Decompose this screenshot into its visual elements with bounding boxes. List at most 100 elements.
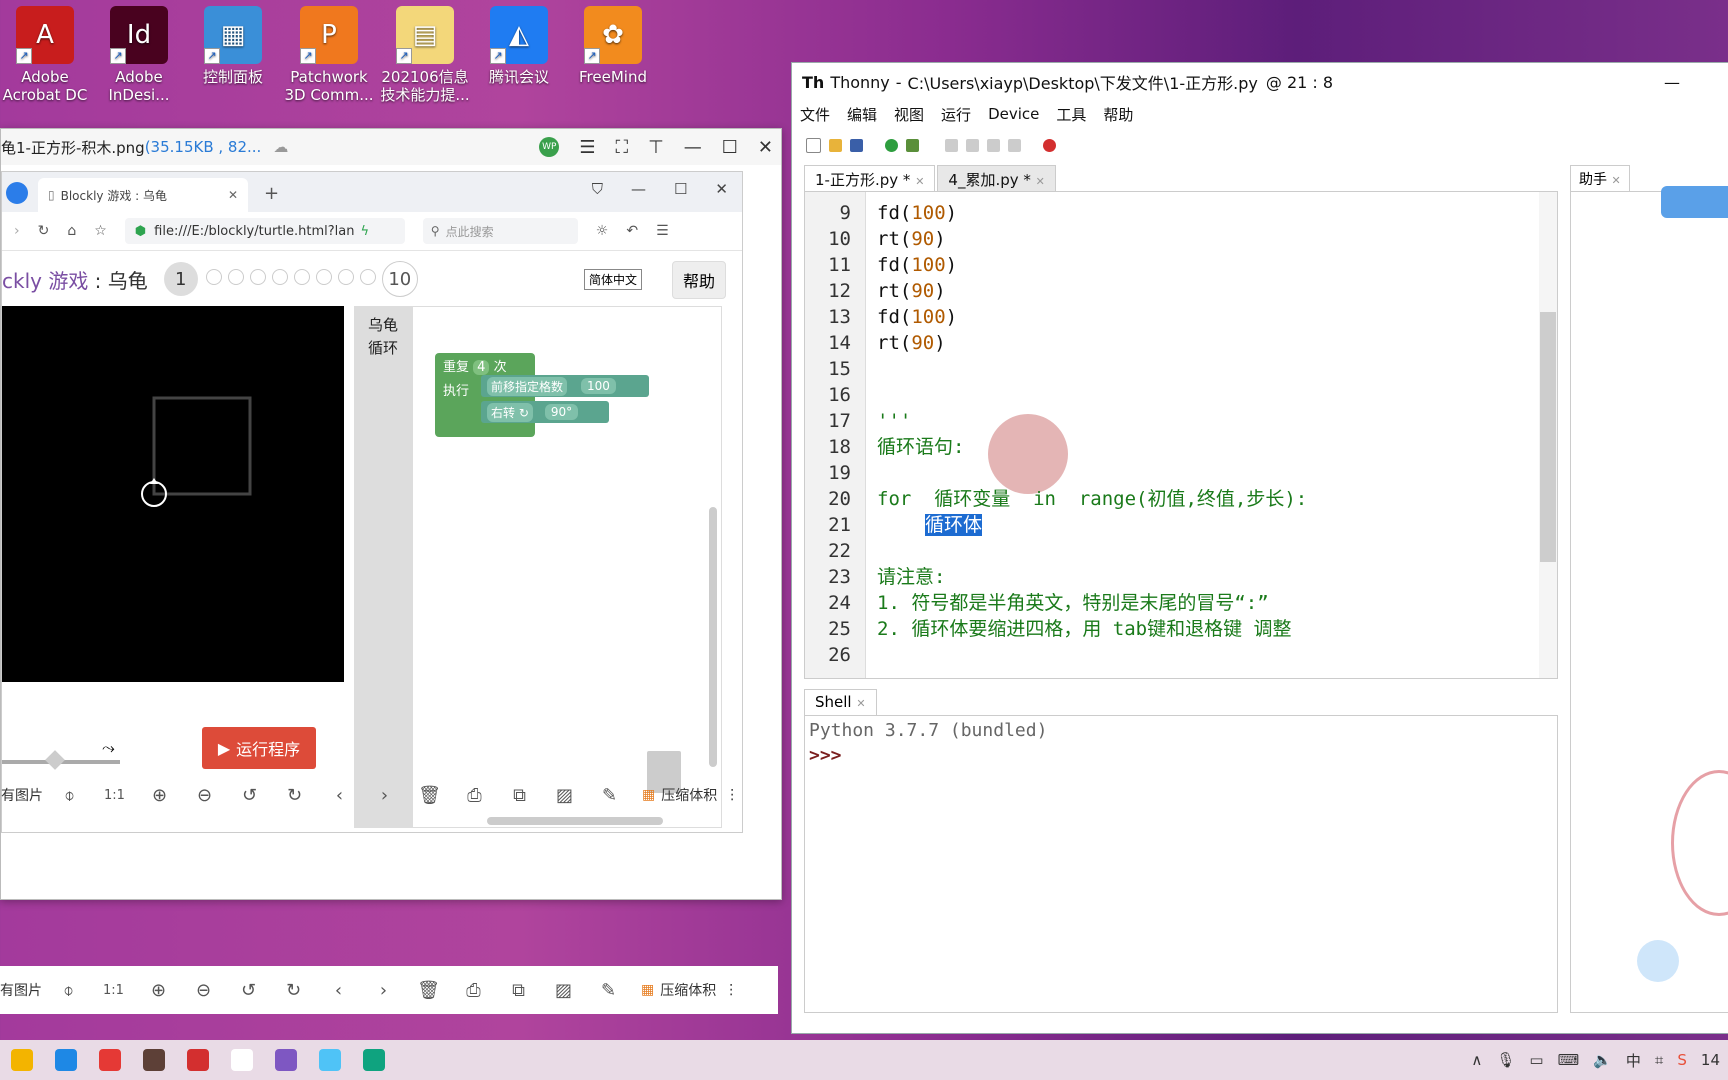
next-icon[interactable]: › [362,785,407,806]
zoom-in-icon[interactable]: ⊕ [137,785,182,806]
help-button[interactable]: 帮助 [672,261,727,299]
browser-minimize-icon[interactable]: — [631,180,646,198]
ime-icon[interactable]: 中 [1626,1050,1641,1071]
maximize-icon[interactable]: ☐ [722,137,738,158]
bg-more-icon[interactable]: ⋮ [724,982,738,998]
menu-item[interactable]: 运行 [941,104,971,125]
bg-actual-size-button[interactable]: 1:1 [91,983,136,998]
bg-crop-icon[interactable]: ⧉ [496,980,541,1001]
bg-compress-button[interactable]: 压缩体积 [660,980,716,1000]
new-tab-icon[interactable]: + [264,183,279,204]
workspace-vscroll[interactable] [709,507,717,767]
tab-accumulate-py[interactable]: 4_累加.py * ✕ [937,165,1056,191]
pin-icon[interactable]: ⊤ [648,137,664,158]
move-block[interactable]: 前移指定格数 100 [481,375,649,397]
assistant-tab[interactable]: 助手 ✕ [1570,165,1630,192]
star-icon[interactable]: ☆ [94,223,107,239]
language-select[interactable]: 简体中文 [584,269,643,290]
brightness-icon[interactable]: ☼ [596,223,609,239]
taskbar-app-icon[interactable] [264,1040,308,1080]
blockly-workspace[interactable]: 重复 4 次 执行 前移指定格数 100 右转 ↻ 90° [412,306,722,828]
cloud-icon[interactable]: ☁ [273,138,288,156]
taskbar-app-icon[interactable] [0,1040,44,1080]
open-file-icon[interactable] [829,138,842,152]
bg-apps-icon[interactable]: ▦ [641,982,654,998]
print-icon[interactable]: ⎙ [452,785,497,806]
run-program-button[interactable]: ▶ 运行程序 [202,727,316,769]
bg-delete-icon[interactable]: 🗑 [406,980,451,1001]
bg-zoom-out-icon[interactable]: ⊖ [181,980,226,1001]
edit-icon[interactable]: ✎ [587,785,632,806]
address-input[interactable]: ⬢ file:///E:/blockly/turtle.html?lan ϟ [124,218,405,244]
menu-item[interactable]: 文件 [800,104,830,125]
bg-edit-icon[interactable]: ✎ [586,980,631,1001]
more-icon[interactable]: ⋮ [725,787,739,803]
clock[interactable]: 14 [1701,1051,1720,1069]
zoom-out-icon[interactable]: ⊖ [182,785,227,806]
gallery-icon[interactable]: ▨ [542,785,587,806]
repeat-count[interactable]: 4 [473,360,490,375]
floating-bubble[interactable] [1637,940,1679,982]
fullscreen-icon[interactable]: ⛶ [615,137,628,158]
menu-item[interactable]: Device [988,105,1039,123]
level-current[interactable]: 1 [163,262,198,296]
debug-icon[interactable] [906,138,919,152]
taskbar-app-icon[interactable] [176,1040,220,1080]
taskbar-app-icon[interactable] [132,1040,176,1080]
keyboard-icon[interactable]: ⌗ [1655,1051,1663,1069]
actual-size-button[interactable]: 1:1 [92,788,137,803]
delete-icon[interactable]: 🗑 [407,785,452,806]
taskbar-app-icon[interactable] [44,1040,88,1080]
crop-icon[interactable]: ⧉ [497,785,542,806]
thonny-title-bar[interactable]: Th Thonny - C:\Users\xiayp\Desktop\下发文件\… [792,63,1728,101]
wp-icon[interactable]: WP [539,137,560,157]
assistant-close-icon[interactable]: ✕ [1611,174,1620,187]
browser-close-icon[interactable]: ✕ [715,180,728,198]
minimize-icon[interactable]: — [684,137,702,158]
turn-block[interactable]: 右转 ↻ 90° [481,401,609,423]
mouse-icon[interactable]: ⌽ [47,785,92,806]
slider-thumb[interactable] [45,750,65,770]
reload-icon[interactable]: ↻ [38,223,50,239]
taskbar-app-icon[interactable] [308,1040,352,1080]
tab-square-py[interactable]: 1-正方形.py * ✕ [804,165,936,191]
menu-item[interactable]: 帮助 [1103,104,1133,125]
browser-maximize-icon[interactable]: ☐ [674,180,687,198]
desktop-icon[interactable]: Id ↗ Adobe InDesi... [94,6,184,104]
undo-icon[interactable]: ↶ [626,223,638,239]
bg-rotate-right-icon[interactable]: ↻ [271,980,316,1001]
compress-button[interactable]: 压缩体积 [661,785,717,805]
rotate-right-icon[interactable]: ↻ [272,785,317,806]
bg-mouse-icon[interactable]: ⌽ [46,980,91,1001]
browser-menu-icon[interactable]: ☰ [656,223,669,239]
save-icon[interactable] [850,138,863,152]
toolbox-category-loop[interactable]: 循环 [354,337,412,360]
taskbar-app-icon[interactable] [88,1040,132,1080]
menu-item[interactable]: 视图 [894,104,924,125]
rotate-left-icon[interactable]: ↺ [227,785,272,806]
tab-close-icon[interactable]: ✕ [228,188,238,202]
shirt-icon[interactable]: ⛉ [592,180,603,198]
desktop-icon[interactable]: ✿ ↗ FreeMind [568,6,658,86]
bg-prev-icon[interactable]: ‹ [316,980,361,1001]
search-input[interactable]: ⚲ 点此搜索 [422,218,578,244]
chevron-up-icon[interactable]: ∧ [1471,1051,1482,1069]
viewer-title-bar[interactable]: 龟1-正方形-积木.png (35.15KB , 82... ☁ WP ☰ ⛶ … [1,129,781,165]
shell-panel[interactable]: Python 3.7.7 (bundled) >>> [804,715,1558,1013]
menu-item[interactable]: 工具 [1056,104,1086,125]
desktop-icon[interactable]: ◭ ↗ 腾讯会议 [474,6,564,86]
browser-tab[interactable]: ▯ Blockly 游戏 : 乌龟 ✕ [38,178,248,212]
turn-value[interactable]: 90° [544,404,579,420]
apps-icon[interactable]: ▦ [642,787,655,803]
desktop-icon[interactable]: P ↗ Patchwork 3D Comm... [284,6,374,104]
code-editor[interactable]: 9 fd(100) 10 rt(90) 11 fd(100) 12 rt(90) 13 fd(10… [804,191,1558,679]
tab-close-icon[interactable]: ✕ [915,175,924,188]
bg-next-icon[interactable]: › [361,980,406,1001]
new-file-icon[interactable] [806,137,821,153]
run-icon[interactable] [885,138,898,152]
toolbox-category-turtle[interactable]: 乌龟 [354,314,412,337]
tab-close-icon[interactable]: ✕ [1036,175,1045,188]
microphone-icon[interactable]: 🎙 [1496,1051,1515,1069]
step-into-icon[interactable] [966,138,979,152]
battery-icon[interactable]: ▭ [1529,1051,1543,1069]
